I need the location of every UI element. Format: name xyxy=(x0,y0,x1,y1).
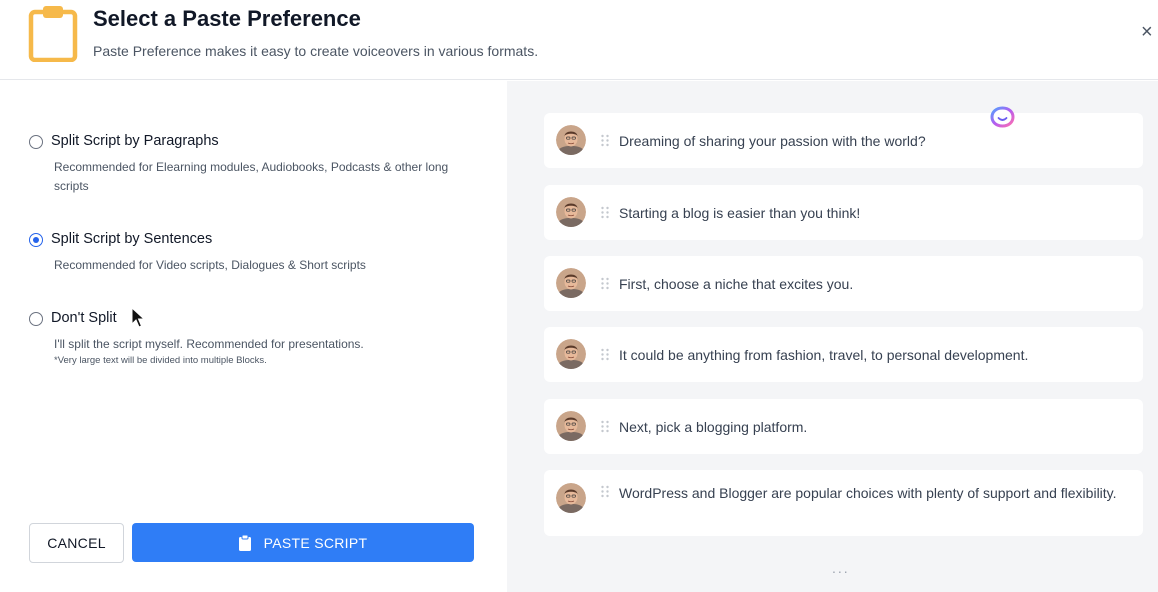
script-block[interactable]: First, choose a niche that excites you. xyxy=(544,256,1143,311)
script-block[interactable]: It could be anything from fashion, trave… xyxy=(544,327,1143,382)
script-block-text[interactable]: Next, pick a blogging platform. xyxy=(619,416,1129,438)
voice-avatar[interactable] xyxy=(556,483,586,513)
option-label[interactable]: Split Script by Sentences xyxy=(51,231,212,247)
voice-avatar[interactable] xyxy=(556,268,586,298)
script-block[interactable]: Starting a blog is easier than you think… xyxy=(544,185,1143,240)
script-block[interactable]: WordPress and Blogger are popular choice… xyxy=(544,470,1143,536)
radio-dont-split[interactable] xyxy=(29,312,43,326)
drag-handle-icon[interactable] xyxy=(600,277,610,290)
voice-avatar[interactable] xyxy=(556,339,586,369)
script-block-text[interactable]: WordPress and Blogger are popular choice… xyxy=(619,482,1129,504)
close-icon[interactable]: × xyxy=(1141,22,1158,42)
voice-avatar[interactable] xyxy=(556,411,586,441)
assistant-bubble-icon[interactable] xyxy=(989,105,1016,130)
clipboard-icon xyxy=(28,6,78,62)
option-note: *Very large text will be divided into mu… xyxy=(54,355,267,366)
clipboard-icon xyxy=(238,534,251,551)
script-block-text[interactable]: It could be anything from fashion, trave… xyxy=(619,344,1129,366)
script-block[interactable]: Dreaming of sharing your passion with th… xyxy=(544,113,1143,168)
script-block-text[interactable]: Starting a blog is easier than you think… xyxy=(619,202,1129,224)
dialog-subtitle: Paste Preference makes it easy to create… xyxy=(93,43,539,59)
voice-avatar[interactable] xyxy=(556,125,586,155)
script-block[interactable]: Next, pick a blogging platform. xyxy=(544,399,1143,454)
drag-handle-icon[interactable] xyxy=(600,206,610,219)
option-label[interactable]: Don't Split xyxy=(51,310,117,326)
radio-split-sentences[interactable] xyxy=(29,233,43,247)
drag-handle-icon[interactable] xyxy=(600,134,610,147)
drag-handle-icon[interactable] xyxy=(600,348,610,361)
option-description: Recommended for Video scripts, Dialogues… xyxy=(54,258,366,272)
radio-split-paragraphs[interactable] xyxy=(29,135,43,149)
paste-script-label[interactable]: PASTE SCRIPT xyxy=(264,535,368,551)
option-label[interactable]: Split Script by Paragraphs xyxy=(51,133,219,149)
voice-avatar[interactable] xyxy=(556,197,586,227)
dialog-header: Select a Paste Preference Paste Preferen… xyxy=(0,0,1158,80)
script-block-text[interactable]: Dreaming of sharing your passion with th… xyxy=(619,130,1129,152)
script-block-text[interactable]: First, choose a niche that excites you. xyxy=(619,273,1129,295)
option-description: I'll split the script myself. Recommende… xyxy=(54,337,364,351)
drag-handle-icon[interactable] xyxy=(600,420,610,433)
dialog-title: Select a Paste Preference xyxy=(93,6,361,31)
mouse-pointer-icon xyxy=(131,307,145,328)
more-indicator: ... xyxy=(832,560,850,576)
paste-script-button[interactable]: PASTE SCRIPT xyxy=(132,523,474,562)
option-description: Recommended for Elearning modules, Audio… xyxy=(54,160,449,193)
cancel-button[interactable]: CANCEL xyxy=(29,523,124,563)
drag-handle-icon[interactable] xyxy=(600,485,610,498)
